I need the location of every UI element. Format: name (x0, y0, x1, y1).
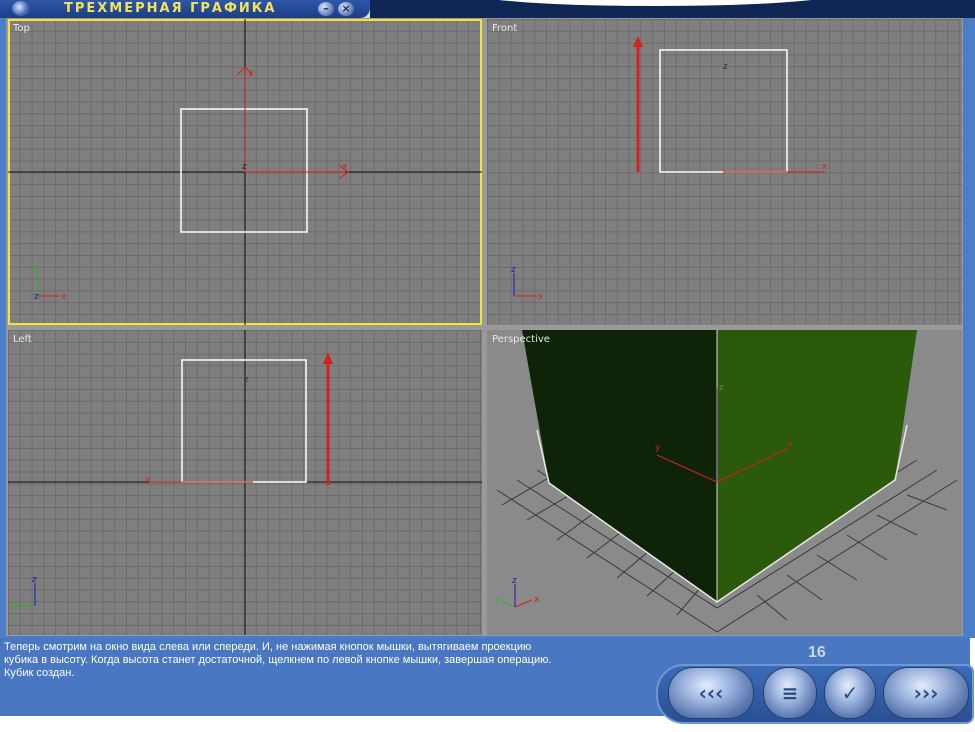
top-view-graphics: x y z x y z (8, 19, 482, 325)
corner-x-label: x (538, 292, 544, 302)
instruction-text: Теперь смотрим на окно вида слева или сп… (4, 641, 654, 680)
forward-button[interactable]: ››› (883, 667, 969, 719)
corner-y-axis (500, 599, 516, 608)
gizmo-y-label: y (655, 443, 661, 453)
gizmo-x-label: x (342, 162, 348, 172)
close-button[interactable]: × (338, 2, 354, 16)
instruction-line-1: Теперь смотрим на окно вида слева или сп… (4, 641, 532, 653)
check-button[interactable]: ✓ (824, 667, 876, 719)
height-drag-arrowhead (633, 36, 643, 47)
gizmo-z-label: z (242, 162, 247, 172)
gizmo-y-label: y (145, 475, 151, 485)
left-view-graphics: y z y z (8, 330, 482, 635)
perspective-view-graphics: y x z x y z (495, 330, 958, 633)
corner-z-label: z (32, 575, 37, 585)
gizmo-x-label: x (787, 439, 793, 449)
background-strip (370, 0, 975, 18)
corner-x-label: x (61, 292, 67, 302)
viewport-left[interactable]: Left y z y z (8, 330, 482, 635)
corner-z-label: z (512, 576, 517, 586)
viewport-perspective-label: Perspective (492, 334, 550, 345)
minimize-button[interactable]: – (318, 2, 334, 16)
back-button[interactable]: ‹‹‹ (668, 667, 754, 719)
front-view-graphics: x z x z (511, 36, 828, 302)
corner-y-label: y (33, 264, 39, 274)
page-number: 16 (808, 644, 826, 661)
cube-side-face (717, 330, 917, 602)
height-drag-arrowhead (323, 352, 333, 364)
corner-x-axis (514, 599, 533, 608)
gizmo-z-label: z (244, 375, 249, 385)
app-logo-icon (12, 1, 30, 16)
instruction-line-2: кубика в высоту. Когда высота станет дос… (4, 654, 552, 666)
instruction-line-3: Кубик создан. (4, 667, 75, 679)
corner-y-label: y (495, 595, 501, 605)
gizmo-z-label: z (719, 383, 724, 393)
gizmo-y-label: y (248, 68, 254, 78)
viewport-front[interactable]: Front x z x z (487, 19, 962, 325)
menu-button[interactable]: ≡ (763, 667, 817, 719)
viewport-perspective[interactable]: y x z x y z Perspective (487, 330, 962, 635)
corner-x-label: x (534, 595, 540, 605)
cube-front-face (522, 330, 717, 602)
corner-y-label: y (12, 602, 18, 612)
viewport-area: Top x y z x y z Front x z x z Left y z y… (6, 18, 963, 636)
corner-z-label: z (34, 292, 39, 302)
title-bar[interactable]: ТРЕХМЕРНАЯ ГРАФИКА – × (0, 0, 370, 18)
corner-z-label: z (511, 265, 516, 275)
window-title: ТРЕХМЕРНАЯ ГРАФИКА (64, 1, 277, 16)
gizmo-z-label: z (723, 62, 728, 72)
gizmo-x-label: x (822, 162, 828, 172)
app-window: ТРЕХМЕРНАЯ ГРАФИКА – × Top x y z x y z F… (0, 0, 975, 732)
viewport-top[interactable]: Top x y z x y z (8, 19, 482, 325)
